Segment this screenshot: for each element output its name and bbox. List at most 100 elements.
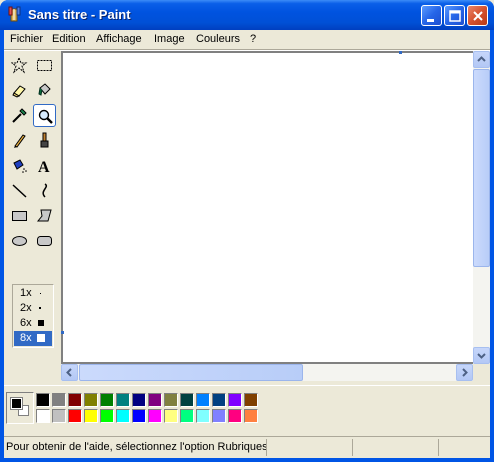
text-tool[interactable]: A — [33, 154, 56, 177]
status-text: Pour obtenir de l'aide, sélectionnez l'o… — [6, 441, 266, 453]
palette-swatch[interactable] — [196, 409, 210, 423]
scroll-down-button[interactable] — [473, 347, 490, 364]
free-select-tool[interactable] — [8, 54, 31, 77]
palette-swatch[interactable] — [100, 393, 114, 407]
status-pane-size — [352, 439, 438, 456]
paint-window: Sans titre - Paint Fichier Edition Affic… — [0, 0, 494, 462]
vertical-scrollbar[interactable] — [473, 51, 490, 364]
palette-swatch[interactable] — [228, 393, 242, 407]
menu-edition[interactable]: Edition — [52, 33, 86, 45]
scroll-right-button[interactable] — [456, 364, 473, 381]
maximize-button[interactable] — [444, 5, 465, 26]
drawing-canvas[interactable] — [63, 53, 473, 362]
foreground-color[interactable] — [10, 397, 23, 410]
title-bar[interactable]: Sans titre - Paint — [0, 0, 494, 30]
canvas-area — [61, 51, 477, 364]
palette-swatch[interactable] — [244, 393, 258, 407]
menu-help[interactable]: ? — [250, 33, 256, 45]
palette-swatch[interactable] — [180, 393, 194, 407]
zoom-option-6x[interactable]: 6x — [14, 316, 52, 331]
palette-swatch[interactable] — [228, 409, 242, 423]
palette-swatch[interactable] — [68, 393, 82, 407]
polygon-tool[interactable] — [33, 204, 56, 227]
chevron-left-icon — [66, 368, 72, 377]
palette-swatch[interactable] — [212, 409, 226, 423]
zoom-dot — [38, 320, 44, 326]
eyedropper-icon — [12, 108, 27, 123]
palette-swatch[interactable] — [196, 393, 210, 407]
palette-swatch[interactable] — [148, 393, 162, 407]
rounded-rect-tool[interactable] — [33, 229, 56, 252]
ellipse-tool[interactable] — [8, 229, 31, 252]
resize-handle-left[interactable] — [61, 331, 64, 334]
rect-select-tool[interactable] — [33, 54, 56, 77]
vertical-scroll-thumb[interactable] — [473, 69, 490, 267]
eraser-tool[interactable] — [8, 79, 31, 102]
star-select-icon — [11, 57, 28, 74]
palette-swatch[interactable] — [52, 409, 66, 423]
scroll-corner — [473, 364, 490, 381]
palette-swatch[interactable] — [164, 393, 178, 407]
rounded-rect-icon — [37, 236, 52, 246]
magnifier-tool[interactable] — [33, 104, 56, 127]
scroll-left-button[interactable] — [61, 364, 78, 381]
palette-swatch[interactable] — [132, 393, 146, 407]
airbrush-tool[interactable] — [8, 154, 31, 177]
pencil-tool[interactable] — [8, 129, 31, 152]
zoom-label: 8x — [20, 332, 32, 344]
palette-swatch[interactable] — [52, 393, 66, 407]
palette-swatch[interactable] — [116, 409, 130, 423]
ellipse-icon — [12, 236, 27, 246]
color-picker-tool[interactable] — [8, 104, 31, 127]
palette-swatch[interactable] — [148, 409, 162, 423]
palette-swatch[interactable] — [244, 409, 258, 423]
color-box — [4, 385, 490, 433]
menu-image[interactable]: Image — [154, 33, 185, 45]
palette-swatch[interactable] — [100, 409, 114, 423]
palette-swatch[interactable] — [132, 409, 146, 423]
eraser-icon — [12, 85, 26, 98]
current-colors — [6, 392, 34, 424]
curve-icon — [42, 183, 48, 198]
palette-swatch[interactable] — [84, 393, 98, 407]
palette-swatch[interactable] — [212, 393, 226, 407]
curve-tool[interactable] — [33, 179, 56, 202]
palette-swatch[interactable] — [164, 409, 178, 423]
palette-swatch[interactable] — [36, 393, 50, 407]
menu-couleurs[interactable]: Couleurs — [196, 33, 240, 45]
menu-affichage[interactable]: Affichage — [96, 33, 142, 45]
fill-tool[interactable] — [33, 79, 56, 102]
zoom-option-2x[interactable]: 2x — [14, 301, 52, 316]
svg-text:A: A — [38, 159, 50, 174]
minimize-button[interactable] — [421, 5, 442, 26]
horizontal-scrollbar[interactable] — [61, 364, 473, 381]
chevron-right-icon — [462, 368, 468, 377]
scroll-up-button[interactable] — [473, 51, 490, 68]
zoom-dot — [40, 293, 41, 294]
zoom-options-panel: 1x 2x 6x 8x — [12, 284, 54, 348]
brush-tool[interactable] — [33, 129, 56, 152]
line-tool[interactable] — [8, 179, 31, 202]
chevron-down-icon — [477, 353, 486, 359]
horizontal-scroll-thumb[interactable] — [79, 364, 303, 381]
status-pane-extra — [438, 439, 490, 456]
resize-handle-top[interactable] — [399, 51, 402, 54]
zoom-option-1x[interactable]: 1x — [14, 286, 52, 301]
palette-swatch[interactable] — [68, 409, 82, 423]
rectangle-tool[interactable] — [8, 204, 31, 227]
palette-swatch[interactable] — [36, 409, 50, 423]
menu-bar: Fichier Edition Affichage Image Couleurs… — [4, 30, 490, 49]
zoom-label: 2x — [20, 302, 32, 314]
menu-fichier[interactable]: Fichier — [10, 33, 43, 45]
palette-swatch[interactable] — [180, 409, 194, 423]
maximize-icon — [449, 10, 461, 22]
palette-swatch[interactable] — [84, 409, 98, 423]
line-icon — [12, 184, 27, 198]
palette-swatch[interactable] — [116, 393, 130, 407]
close-button[interactable] — [467, 5, 488, 26]
status-bar: Pour obtenir de l'aide, sélectionnez l'o… — [4, 436, 490, 458]
close-icon — [473, 11, 483, 21]
zoom-option-8x[interactable]: 8x — [14, 331, 52, 346]
zoom-label: 6x — [20, 317, 32, 329]
text-a-icon: A — [38, 159, 50, 174]
